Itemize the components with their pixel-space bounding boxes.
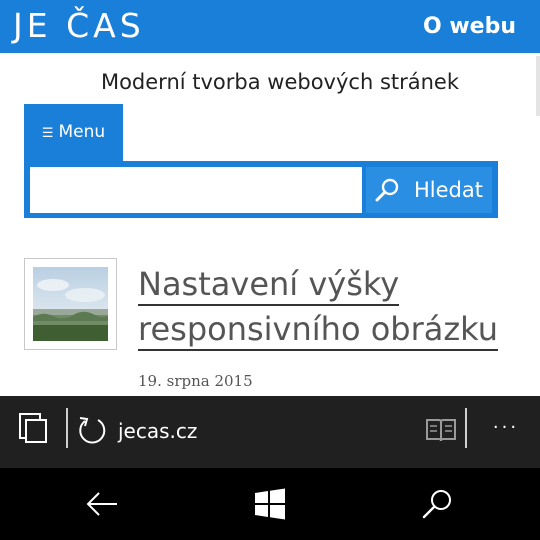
address-field[interactable]: jecas.cz (118, 418, 197, 444)
site-logo[interactable]: JE ČAS (13, 6, 145, 46)
menu-button[interactable]: ☰ Menu (24, 104, 123, 161)
separator (465, 408, 467, 448)
about-link[interactable]: O webu (423, 13, 516, 41)
menu-label: Menu (58, 122, 106, 142)
os-navigation-bar (0, 468, 540, 540)
article-title-line-1[interactable]: Nastavení výšky (138, 265, 400, 306)
reading-view-icon[interactable] (425, 417, 457, 443)
search-icon (375, 178, 399, 202)
tabs-icon[interactable] (18, 412, 48, 444)
separator (66, 408, 68, 448)
article-title[interactable]: Nastavení výšky responsivního obrázku (138, 262, 533, 352)
reload-icon[interactable] (76, 414, 108, 446)
search-form: Hledat (24, 161, 498, 218)
search-button-label: Hledat (414, 178, 483, 202)
windows-logo-icon[interactable] (252, 486, 288, 522)
back-arrow-icon[interactable] (84, 486, 120, 522)
article-title-line-2[interactable]: responsivního obrázku (138, 310, 498, 351)
hamburger-icon: ☰ (41, 126, 54, 141)
search-button[interactable]: Hledat (366, 167, 492, 213)
landscape-thumbnail (33, 267, 108, 341)
search-input[interactable] (30, 167, 362, 213)
more-icon[interactable]: ··· (488, 416, 524, 446)
browser-address-bar: jecas.cz ··· (0, 396, 540, 468)
site-header: JE ČAS O webu (0, 0, 540, 53)
article-date: 19. srpna 2015 (138, 372, 253, 390)
site-tagline: Moderní tvorba webových stránek (100, 70, 460, 94)
article-thumbnail[interactable] (24, 258, 117, 350)
search-icon[interactable] (420, 486, 456, 522)
